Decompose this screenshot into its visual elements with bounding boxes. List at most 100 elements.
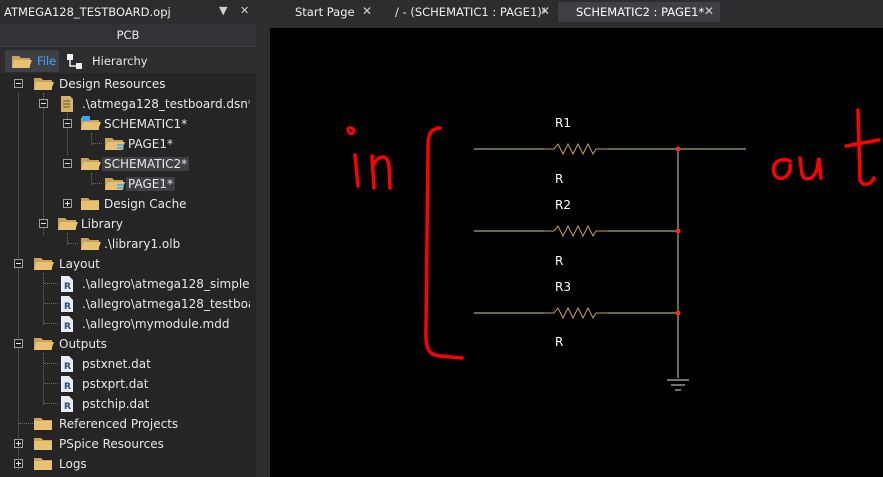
tab-schematic2-page1[interactable]: SCHEMATIC2 : PAGE1* ✕ — [558, 2, 720, 22]
folder-open-icon — [58, 218, 78, 230]
close-icon[interactable]: ✕ — [704, 4, 714, 18]
tree-item-library-file[interactable]: .\library1.olb — [4, 234, 250, 254]
tree-label: PAGE1* — [126, 177, 175, 191]
tree-item-library[interactable]: Library — [4, 214, 250, 234]
tree-label: Design Cache — [104, 197, 187, 211]
resistor-r2[interactable] — [544, 224, 608, 238]
svg-text:R: R — [64, 322, 71, 332]
tree-label: pstxnet.dat — [82, 357, 151, 371]
tree-label: Logs — [59, 457, 87, 471]
schematic-folder-icon — [81, 158, 101, 170]
tree-label: Design Resources — [59, 77, 166, 91]
tree-label: Referenced Projects — [59, 417, 179, 431]
tree-item-output-file[interactable]: R pstxnet.dat — [4, 354, 250, 374]
tab-label: / - (SCHEMATIC1 : PAGE1)* — [395, 5, 548, 19]
expand-toggle[interactable] — [63, 199, 72, 208]
folder-icon — [34, 458, 52, 470]
design-file-icon — [61, 96, 73, 112]
collapse-toggle[interactable] — [39, 99, 48, 108]
tree-item-referenced-projects[interactable]: Referenced Projects — [4, 414, 250, 434]
document-tab-strip: Start Page ✕ / - (SCHEMATIC1 : PAGE1)* ✕… — [262, 0, 883, 24]
tree-label: pstchip.dat — [82, 397, 150, 411]
project-tree: Design Resources .\atmega128_testboard.d… — [4, 73, 250, 477]
page-icon — [105, 178, 125, 190]
schematic-folder-icon — [81, 116, 101, 130]
tab-start-page[interactable]: Start Page ✕ — [266, 2, 374, 22]
folder-icon — [34, 418, 52, 430]
panel-splitter[interactable] — [256, 0, 260, 477]
folder-open-icon — [12, 56, 32, 68]
tab-label: SCHEMATIC2 : PAGE1* — [576, 5, 705, 19]
tree-item-layout-file[interactable]: R .\allegro\atmega128_testboard. — [4, 294, 250, 314]
tree-item-output-file[interactable]: R pstxprt.dat — [4, 374, 250, 394]
folder-open-icon — [81, 238, 101, 250]
collapse-toggle[interactable] — [14, 259, 23, 268]
tree-item-schematic2[interactable]: SCHEMATIC2* — [4, 154, 250, 174]
folder-open-icon — [34, 258, 54, 270]
folder-open-icon — [34, 338, 54, 350]
tree-item-layout[interactable]: Layout — [4, 254, 250, 274]
tree-item-outputs[interactable]: Outputs — [4, 334, 250, 354]
close-icon[interactable]: ✕ — [362, 4, 372, 18]
tree-item-logs[interactable]: Logs — [4, 454, 250, 474]
resistor-r1[interactable] — [544, 142, 608, 156]
project-title-bar: ATMEGA128_TESTBOARD.opj ▼ ✕ — [0, 0, 256, 24]
close-panel-icon[interactable]: ✕ — [240, 4, 249, 17]
tree-item-design-resources[interactable]: Design Resources — [4, 74, 250, 94]
pin-icon[interactable]: ▼ — [219, 4, 227, 17]
collapse-toggle[interactable] — [39, 219, 48, 228]
tree-item-layout-file[interactable]: R .\allegro\mymodule.mdd — [4, 314, 250, 334]
project-title: ATMEGA128_TESTBOARD.opj — [4, 5, 171, 19]
tab-label: Start Page — [295, 5, 355, 19]
close-icon[interactable]: ✕ — [540, 4, 550, 18]
svg-text:R: R — [64, 302, 71, 312]
tree-label: .\atmega128_testboard.dsn* — [82, 97, 250, 111]
resistor-value-label: R — [555, 335, 563, 349]
tree-item-schematic1[interactable]: SCHEMATIC1* — [4, 114, 250, 134]
pcb-section-header: PCB — [0, 24, 256, 47]
collapse-toggle[interactable] — [63, 159, 72, 168]
expand-toggle[interactable] — [14, 459, 23, 468]
tree-label: Outputs — [59, 337, 107, 351]
tree-label: pstxprt.dat — [82, 377, 149, 391]
tab-hierarchy[interactable]: Hierarchy — [62, 50, 152, 72]
junction-dot — [675, 310, 681, 316]
pcb-label: PCB — [116, 28, 140, 42]
tree-label: Layout — [59, 257, 100, 271]
tree-label: .\allegro\atmega128_simplemo — [82, 277, 250, 291]
expand-toggle[interactable] — [14, 439, 23, 448]
resistor-ref-label: R2 — [555, 198, 571, 212]
tree-item-pspice-resources[interactable]: PSpice Resources — [4, 434, 250, 454]
tree-item-schematic2-page1[interactable]: PAGE1* — [4, 174, 250, 194]
collapse-toggle[interactable] — [14, 79, 23, 88]
tab-file[interactable]: File — [5, 50, 59, 72]
folder-icon — [34, 438, 52, 450]
tab-schematic1-page1[interactable]: / - (SCHEMATIC1 : PAGE1)* ✕ — [378, 2, 552, 22]
tree-label: .\allegro\atmega128_testboard. — [82, 297, 250, 311]
tree-item-layout-file[interactable]: R .\allegro\atmega128_simplemo — [4, 274, 250, 294]
folder-open-icon — [34, 78, 54, 90]
resistor-value-label: R — [555, 172, 563, 186]
tree-item-dsn-file[interactable]: .\atmega128_testboard.dsn* — [4, 94, 250, 114]
report-file-icon: R — [61, 296, 73, 312]
page-icon — [105, 138, 125, 150]
report-file-icon: R — [61, 396, 73, 412]
resistor-r3[interactable] — [544, 306, 608, 320]
resistor-ref-label: R3 — [555, 280, 571, 294]
tree-label: Library — [81, 217, 123, 231]
annotation-bracket — [424, 126, 464, 360]
report-file-icon: R — [61, 376, 73, 392]
tree-item-schematic1-page1[interactable]: PAGE1* — [4, 134, 250, 154]
tree-label: PAGE1* — [128, 137, 173, 151]
resistor-ref-label: R1 — [555, 116, 571, 130]
collapse-toggle[interactable] — [63, 119, 72, 128]
tree-item-design-cache[interactable]: Design Cache — [4, 194, 250, 214]
report-file-icon: R — [61, 356, 73, 372]
tree-item-output-file[interactable]: R pstchip.dat — [4, 394, 250, 414]
junction-dot — [675, 228, 681, 234]
schematic-drawing: R1 R R2 R R3 R in out — [346, 108, 881, 391]
collapse-toggle[interactable] — [14, 339, 23, 348]
svg-text:R: R — [64, 382, 71, 392]
schematic-canvas[interactable]: R1 R R2 R R3 R in out — [270, 28, 883, 477]
project-manager-panel: ATMEGA128_TESTBOARD.opj ▼ ✕ PCB File Hie… — [0, 0, 256, 477]
